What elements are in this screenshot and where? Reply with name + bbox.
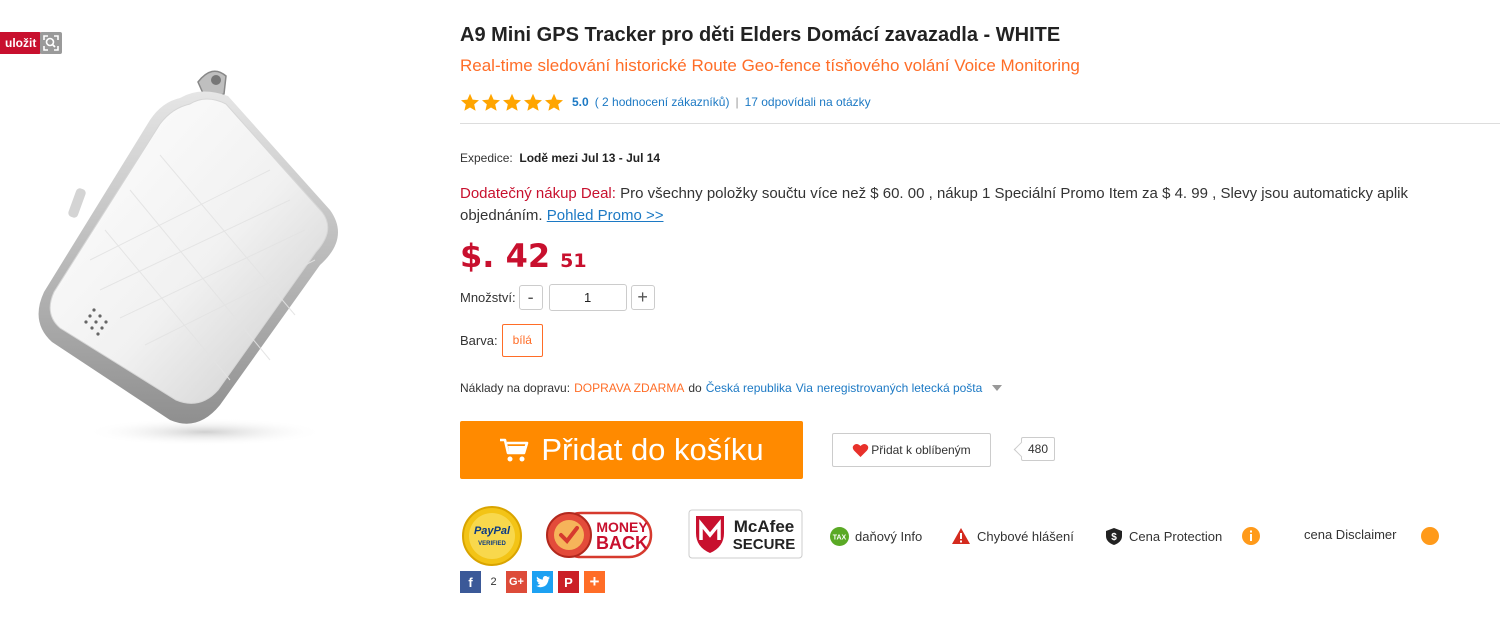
product-subtitle: Real-time sledování historické Route Geo…: [460, 56, 1080, 75]
shipping-date-label: Expedice:: [460, 151, 513, 165]
rating-stars: [460, 93, 564, 112]
quantity-minus-button[interactable]: -: [518, 285, 543, 310]
svg-text:$: $: [1111, 532, 1117, 543]
info-icon-2[interactable]: [1421, 527, 1445, 545]
zoom-icon[interactable]: [40, 32, 62, 54]
add-to-cart-button[interactable]: Přidat do košíku: [460, 421, 803, 479]
shield-dollar-icon: $: [1106, 528, 1122, 545]
paypal-badge-subtext: VERIFIED: [478, 541, 506, 547]
tax-info-label: daňový Info: [855, 529, 923, 544]
deal-text-continued: objednáním.: [460, 207, 543, 224]
quantity-label: Množství:: [460, 290, 516, 305]
favorites-count: 480: [1021, 437, 1055, 461]
shipping-cost: Náklady na dopravu: DOPRAVA ZDARMA do Če…: [460, 381, 1003, 395]
paypal-badge-text: PayPal: [474, 525, 511, 537]
rating-value: 5.0: [572, 95, 589, 109]
questions-link[interactable]: 17 odpovídali na otázky: [745, 95, 871, 109]
star-icon: [524, 93, 542, 111]
divider: [460, 123, 1500, 124]
save-button[interactable]: uložit: [0, 32, 42, 54]
rating-separator: |: [735, 95, 739, 109]
shipping-via: Via: [795, 381, 813, 395]
shipping-date: Expedice: Lodě mezi Jul 13 - Jul 14: [460, 151, 660, 165]
warning-icon: [952, 528, 970, 544]
free-shipping: DOPRAVA ZDARMA: [574, 381, 685, 395]
mcafee-secure-badge: McAfee SECURE: [688, 509, 803, 559]
info-icon-1[interactable]: [1242, 527, 1266, 545]
star-icon: [545, 93, 563, 111]
shipping-method-link[interactable]: neregistrovaných letecká pošta: [817, 381, 982, 395]
cart-icon: [500, 438, 529, 462]
price-protection-link[interactable]: $ Cena Protection: [1105, 527, 1222, 546]
deal-label: Dodatečný nákup Deal:: [460, 185, 616, 202]
promo-deal: Dodatečný nákup Deal: Pro všechny položk…: [460, 183, 1500, 227]
twitter-share-button[interactable]: [532, 571, 553, 593]
svg-text:TAX: TAX: [833, 535, 847, 542]
tax-icon: TAX: [830, 527, 849, 546]
shipping-country-link[interactable]: Česká republika: [706, 381, 792, 395]
add-to-favorites-label: Přidat k oblíbeným: [871, 443, 971, 457]
quantity-stepper: Množství: - 1 +: [460, 284, 655, 311]
deal-text: Pro všechny položky součtu více než $ 60…: [620, 185, 1409, 202]
google-plus-share-button[interactable]: G+: [506, 571, 527, 593]
price-protection-label: Cena Protection: [1129, 529, 1223, 544]
price-disclaimer-label: cena Disclaimer: [1304, 527, 1397, 542]
reviews-link[interactable]: ( 2 hodnocení zákazníků): [595, 95, 730, 109]
product-title: A9 Mini GPS Tracker pro děti Elders Domá…: [460, 24, 1061, 46]
heart-icon: [853, 443, 869, 457]
twitter-icon: [535, 576, 550, 588]
shipping-label: Náklady na dopravu:: [460, 381, 571, 395]
pinterest-share-button[interactable]: P: [558, 571, 579, 593]
tax-info-link[interactable]: TAX daňový Info: [830, 527, 922, 546]
more-share-button[interactable]: +: [584, 571, 605, 593]
shipping-to: do: [688, 381, 702, 395]
chevron-down-icon[interactable]: [992, 385, 1003, 391]
shipping-date-value: Lodě mezi Jul 13 - Jul 14: [519, 151, 661, 165]
price: $. 42 51: [460, 237, 587, 275]
color-option-white[interactable]: bílá: [501, 324, 543, 357]
price-main: $. 42: [460, 237, 551, 275]
product-image[interactable]: [30, 60, 360, 460]
star-icon: [461, 93, 479, 111]
color-label: Barva:: [460, 333, 498, 348]
money-back-badge: MONEY BACK: [546, 511, 653, 559]
error-report-label: Chybové hlášení: [977, 528, 1074, 544]
promo-link[interactable]: Pohled Promo >>: [547, 207, 664, 224]
mcafee-text: McAfee: [734, 517, 794, 536]
trust-badges: PayPal VERIFIED MONEY BACK McAfee SECURE…: [460, 505, 1500, 567]
mcafee-subtext: SECURE: [733, 536, 796, 553]
quantity-input[interactable]: 1: [548, 284, 627, 311]
facebook-share-count: 2: [490, 576, 497, 588]
price-cents: 51: [560, 250, 587, 272]
price-disclaimer-link[interactable]: cena Disclaimer: [1304, 527, 1396, 542]
social-share: f 2 G+ P +: [460, 571, 605, 593]
money-back-subtext: BACK: [596, 533, 648, 553]
star-icon: [482, 93, 500, 111]
add-to-favorites-button[interactable]: Přidat k oblíbeným: [832, 433, 991, 467]
error-report-link[interactable]: Chybové hlášení: [951, 527, 1074, 545]
rating-row: 5.0 ( 2 hodnocení zákazníků) | 17 odpoví…: [460, 92, 871, 112]
facebook-share-button[interactable]: f: [460, 571, 481, 593]
quantity-plus-button[interactable]: +: [630, 285, 655, 310]
star-icon: [503, 93, 521, 111]
add-to-cart-label: Přidat do košíku: [541, 432, 764, 467]
paypal-verified-badge: PayPal VERIFIED: [462, 506, 522, 566]
color-selector: Barva: bílá: [460, 324, 543, 357]
